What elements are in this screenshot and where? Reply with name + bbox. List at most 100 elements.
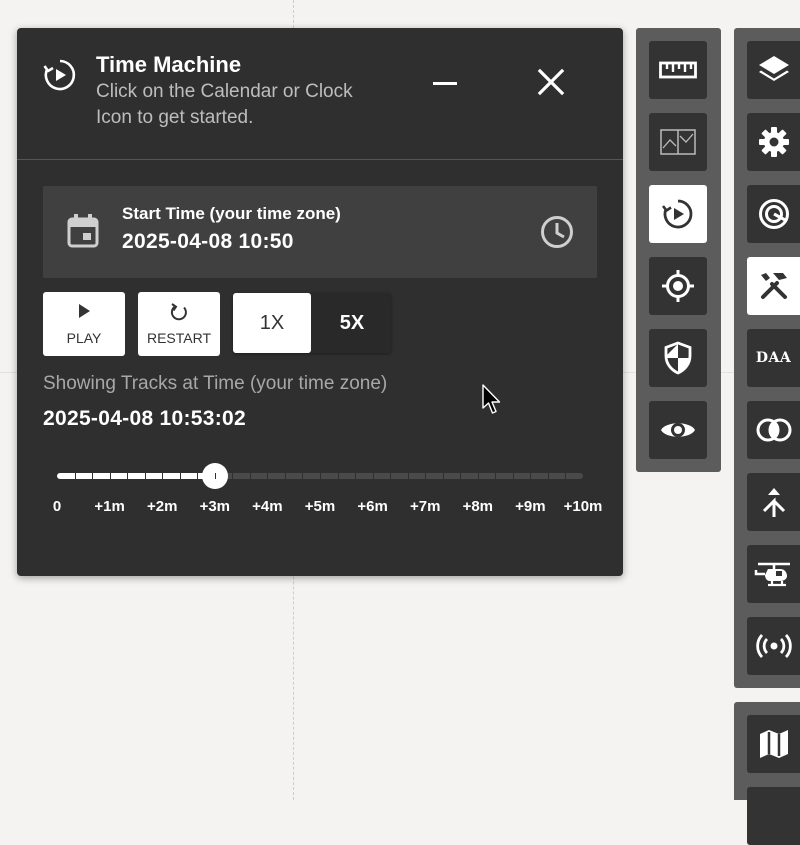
daa-icon: DAA <box>755 350 792 366</box>
eye-icon <box>661 423 695 437</box>
showing-tracks-value: 2025-04-08 10:53:02 <box>43 407 247 430</box>
target-button[interactable] <box>747 185 800 243</box>
visibility-button[interactable] <box>649 401 707 459</box>
slider-tick-label: +10m <box>563 498 603 515</box>
slider-tick <box>442 473 444 479</box>
slider-tick <box>144 473 146 479</box>
minimize-button[interactable] <box>429 70 463 98</box>
speed-selector: 1X 5X <box>233 293 391 353</box>
slider-tick <box>92 473 94 479</box>
slider-tick-label: 0 <box>52 498 62 515</box>
clock-icon[interactable] <box>539 214 575 250</box>
crosshair-icon <box>662 270 694 302</box>
slider-tick <box>372 473 374 479</box>
overlap-circles-icon <box>756 418 791 442</box>
slider-tick <box>74 473 76 479</box>
slider-tick-label: +2m <box>146 498 178 515</box>
start-time-value: 2025-04-08 10:50 <box>122 230 294 253</box>
start-time-field[interactable]: Start Time (your time zone) 2025-04-08 1… <box>43 186 597 278</box>
helicopter-button[interactable] <box>747 545 800 603</box>
slider-tick <box>425 473 427 479</box>
slider-tick <box>267 473 269 479</box>
slider-tick <box>512 473 514 479</box>
slider-tick <box>179 473 181 479</box>
slider-tick-label: +7m <box>409 498 441 515</box>
settings-button[interactable] <box>747 113 800 171</box>
slider-tick <box>337 473 339 479</box>
time-slider[interactable] <box>57 463 583 489</box>
calendar-icon[interactable] <box>65 213 101 249</box>
slider-tick <box>565 473 567 479</box>
slider-tick-label: +1m <box>94 498 125 515</box>
slider-tick-labels: 0 +1m +2m +3m +4m +5m +6m +7m +8m +9m +10m <box>17 498 623 518</box>
speed-1x-button[interactable]: 1X <box>233 293 311 353</box>
map-compare-icon <box>660 129 696 155</box>
slider-tick <box>249 473 251 479</box>
slider-tick <box>390 473 392 479</box>
panel-subtitle: Click on the Calendar or Clock Icon to g… <box>96 81 353 128</box>
play-label: PLAY <box>66 330 102 346</box>
time-machine-button[interactable] <box>649 185 707 243</box>
tools-button[interactable] <box>747 257 800 315</box>
start-time-label: Start Time (your time zone) <box>122 204 341 223</box>
broadcast-button[interactable] <box>747 617 800 675</box>
map-button[interactable] <box>747 715 800 773</box>
slider-tick <box>407 473 409 479</box>
slider-tick <box>127 473 129 479</box>
slider-tick-label: +4m <box>252 498 283 515</box>
slider-fill <box>57 473 215 479</box>
slider-tick <box>232 473 234 479</box>
slider-tick <box>355 473 357 479</box>
gear-icon <box>758 127 789 157</box>
play-icon <box>79 304 90 318</box>
slider-tick <box>460 473 462 479</box>
slider-tick <box>477 473 479 479</box>
crosshair-button[interactable] <box>649 257 707 315</box>
slider-tick <box>530 473 532 479</box>
shield-button[interactable] <box>649 329 707 387</box>
slider-tick <box>214 473 216 479</box>
layers-button[interactable] <box>747 41 800 99</box>
slider-tick <box>320 473 321 479</box>
primary-toolbar <box>636 28 721 472</box>
slider-tick <box>495 473 497 479</box>
slider-tick <box>197 473 199 479</box>
panel-header: Time Machine Click on the Calendar or Cl… <box>17 28 623 160</box>
ruler-icon <box>659 61 697 79</box>
panel-title: Time Machine <box>96 52 242 77</box>
secondary-toolbar: DAA <box>734 28 800 688</box>
restart-button[interactable]: RESTART <box>138 292 220 356</box>
slider-tick <box>302 473 304 479</box>
tools-icon <box>760 273 787 299</box>
merge-arrow-icon <box>762 488 785 517</box>
ruler-button[interactable] <box>649 41 707 99</box>
slider-tick-label: +8m <box>462 498 494 515</box>
target-circle-icon <box>758 199 789 229</box>
slider-tick <box>109 473 111 479</box>
time-machine-icon <box>661 199 693 229</box>
slider-tick-label: +5m <box>304 498 336 515</box>
slider-tick <box>547 473 549 479</box>
merge-button[interactable] <box>747 473 800 531</box>
time-machine-icon <box>43 59 76 91</box>
restart-icon <box>170 303 187 321</box>
slider-tick-label: +6m <box>357 498 388 515</box>
speed-5x-button[interactable]: 5X <box>313 293 391 353</box>
slider-tick-label: +3m <box>199 498 231 515</box>
slider-tick <box>284 473 286 479</box>
layers-icon <box>758 56 789 81</box>
tertiary-toolbar <box>734 702 800 845</box>
slider-tick <box>162 473 164 479</box>
showing-tracks-label: Showing Tracks at Time (your time zone) <box>43 373 388 394</box>
time-machine-panel: Time Machine Click on the Calendar or Cl… <box>17 28 623 576</box>
play-button[interactable]: PLAY <box>43 292 125 356</box>
map-icon <box>759 730 788 758</box>
toolbar-button-partial[interactable] <box>747 787 800 845</box>
daa-button[interactable]: DAA <box>747 329 800 387</box>
overlap-button[interactable] <box>747 401 800 459</box>
helicopter-icon <box>754 562 790 587</box>
mouse-cursor-icon <box>482 384 501 414</box>
close-icon[interactable] <box>534 65 568 99</box>
map-compare-button[interactable] <box>649 113 707 171</box>
shield-icon <box>664 341 692 375</box>
